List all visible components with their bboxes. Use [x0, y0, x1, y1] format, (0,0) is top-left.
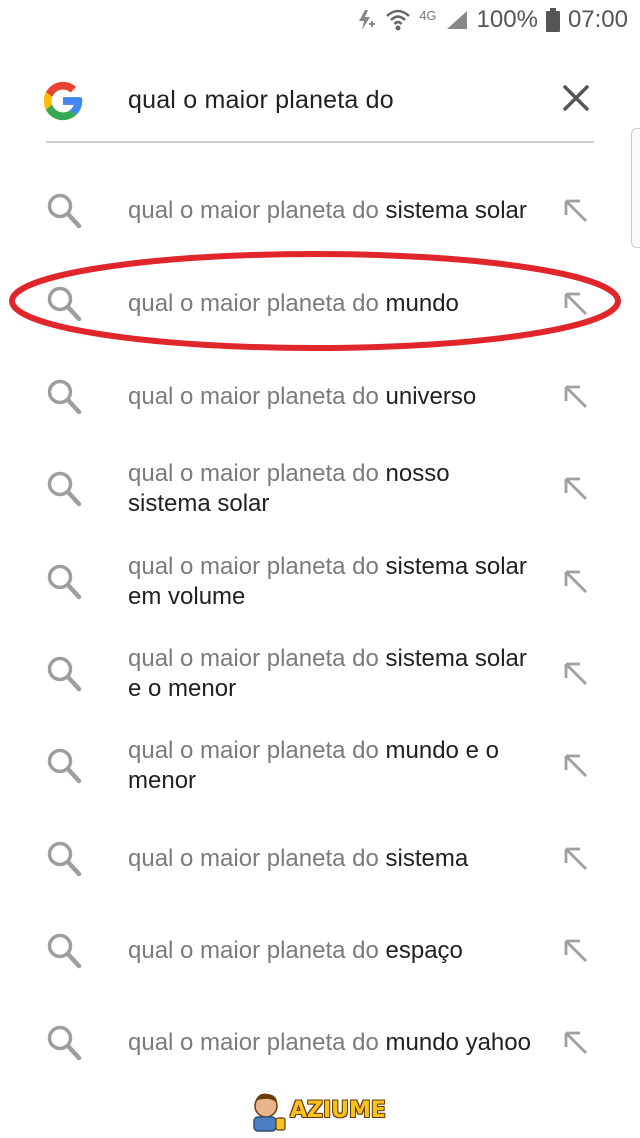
clear-button[interactable]	[560, 82, 592, 114]
suggestion-completion: espaço	[385, 937, 463, 964]
fill-query-arrow-icon[interactable]	[562, 1029, 590, 1057]
fill-query-arrow-icon[interactable]	[562, 475, 590, 503]
suggestion-completion: universo	[385, 383, 477, 410]
highlight-ellipse	[9, 251, 621, 351]
fill-query-arrow-icon[interactable]	[562, 752, 590, 780]
suggestion-prefix: qual o maior planeta do	[128, 737, 386, 764]
clock: 07:00	[567, 6, 628, 33]
google-logo-icon	[40, 78, 86, 124]
list-item[interactable]: qual o maior planeta do mundo yahoo	[0, 998, 640, 1088]
suggestion-prefix: qual o maior planeta do	[128, 553, 386, 580]
list-item[interactable]: qual o maior planeta do espaço	[0, 906, 640, 996]
search-icon	[46, 378, 82, 416]
suggestion-prefix: qual o maior planeta do	[128, 845, 386, 872]
fill-query-arrow-icon[interactable]	[562, 197, 590, 225]
search-divider	[46, 141, 594, 143]
fill-query-arrow-icon[interactable]	[562, 937, 590, 965]
search-icon	[46, 1024, 82, 1062]
watermark-text: AZIUME	[290, 1098, 386, 1123]
suggestion-prefix: qual o maior planeta do	[128, 645, 386, 672]
suggestion-prefix: qual o maior planeta do	[128, 383, 386, 410]
fill-query-arrow-icon[interactable]	[562, 845, 590, 873]
suggestion-completion: sistema solar	[385, 197, 527, 224]
fill-query-arrow-icon[interactable]	[562, 383, 590, 411]
watermark: AZIUME	[244, 1088, 404, 1132]
list-item[interactable]: qual o maior planeta do sistema solar e …	[0, 629, 640, 719]
search-icon	[46, 932, 82, 970]
search-icon	[46, 747, 82, 785]
search-icon	[46, 655, 82, 693]
search-icon	[46, 470, 82, 508]
battery-icon	[545, 8, 560, 32]
search-icon	[46, 840, 82, 878]
search-icon	[46, 563, 82, 601]
close-icon	[563, 85, 589, 111]
suggestion-completion: mundo yahoo	[385, 1029, 531, 1056]
search-bar: qual o maior planeta do	[0, 60, 640, 142]
list-item[interactable]: qual o maior planeta do nosso sistema so…	[0, 444, 640, 534]
suggestion-prefix: qual o maior planeta do	[128, 1029, 386, 1056]
suggestion-prefix: qual o maior planeta do	[128, 937, 386, 964]
list-item[interactable]: qual o maior planeta do sistema	[0, 814, 640, 904]
list-item[interactable]: qual o maior planeta do sistema solar	[0, 166, 640, 256]
status-bar: 4G 100% 07:00	[0, 0, 640, 44]
suggestion-prefix: qual o maior planeta do	[128, 460, 386, 487]
search-icon	[46, 192, 82, 230]
suggestion-prefix: qual o maior planeta do	[128, 197, 386, 224]
suggestion-completion: sistema	[385, 845, 469, 872]
wifi-icon	[385, 8, 411, 32]
search-input[interactable]: qual o maior planeta do	[128, 86, 394, 115]
signal-icon	[445, 9, 469, 31]
fill-query-arrow-icon[interactable]	[562, 568, 590, 596]
list-item[interactable]: qual o maior planeta do universo	[0, 352, 640, 442]
list-item[interactable]: qual o maior planeta do sistema solar em…	[0, 537, 640, 627]
fill-query-arrow-icon[interactable]	[562, 660, 590, 688]
list-item[interactable]: qual o maior planeta do mundo e o menor	[0, 721, 640, 811]
network-type: 4G	[419, 7, 437, 23]
mascot-icon	[253, 1093, 286, 1132]
charging-bolt-icon	[355, 8, 377, 32]
battery-level: 100%	[476, 6, 538, 33]
